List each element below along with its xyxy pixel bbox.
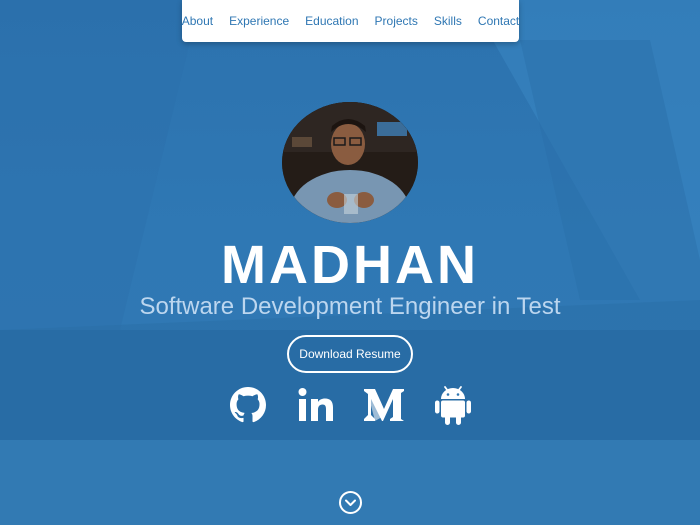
scroll-down-button[interactable] (339, 491, 362, 514)
download-resume-button[interactable]: Download Resume (287, 335, 413, 373)
nav-link-projects[interactable]: Projects (367, 0, 426, 42)
android-icon[interactable] (435, 385, 471, 425)
nav-link-contact[interactable]: Contact (470, 0, 527, 42)
github-icon[interactable] (230, 385, 266, 425)
nav-link-about[interactable]: About (174, 0, 221, 42)
hero-subtitle: Software Development Engineer in Test (139, 293, 561, 320)
chevron-down-icon (345, 499, 356, 506)
nav-link-experience[interactable]: Experience (221, 0, 297, 42)
profile-avatar (282, 102, 418, 223)
top-navbar: About Experience Education Projects Skil… (182, 0, 519, 42)
nav-link-education[interactable]: Education (297, 0, 366, 42)
nav-link-skills[interactable]: Skills (426, 0, 470, 42)
hero-name: MADHAN (221, 235, 479, 295)
linkedin-icon[interactable] (297, 385, 335, 425)
medium-icon[interactable] (362, 385, 406, 425)
hero-section: About Experience Education Projects Skil… (0, 0, 700, 525)
